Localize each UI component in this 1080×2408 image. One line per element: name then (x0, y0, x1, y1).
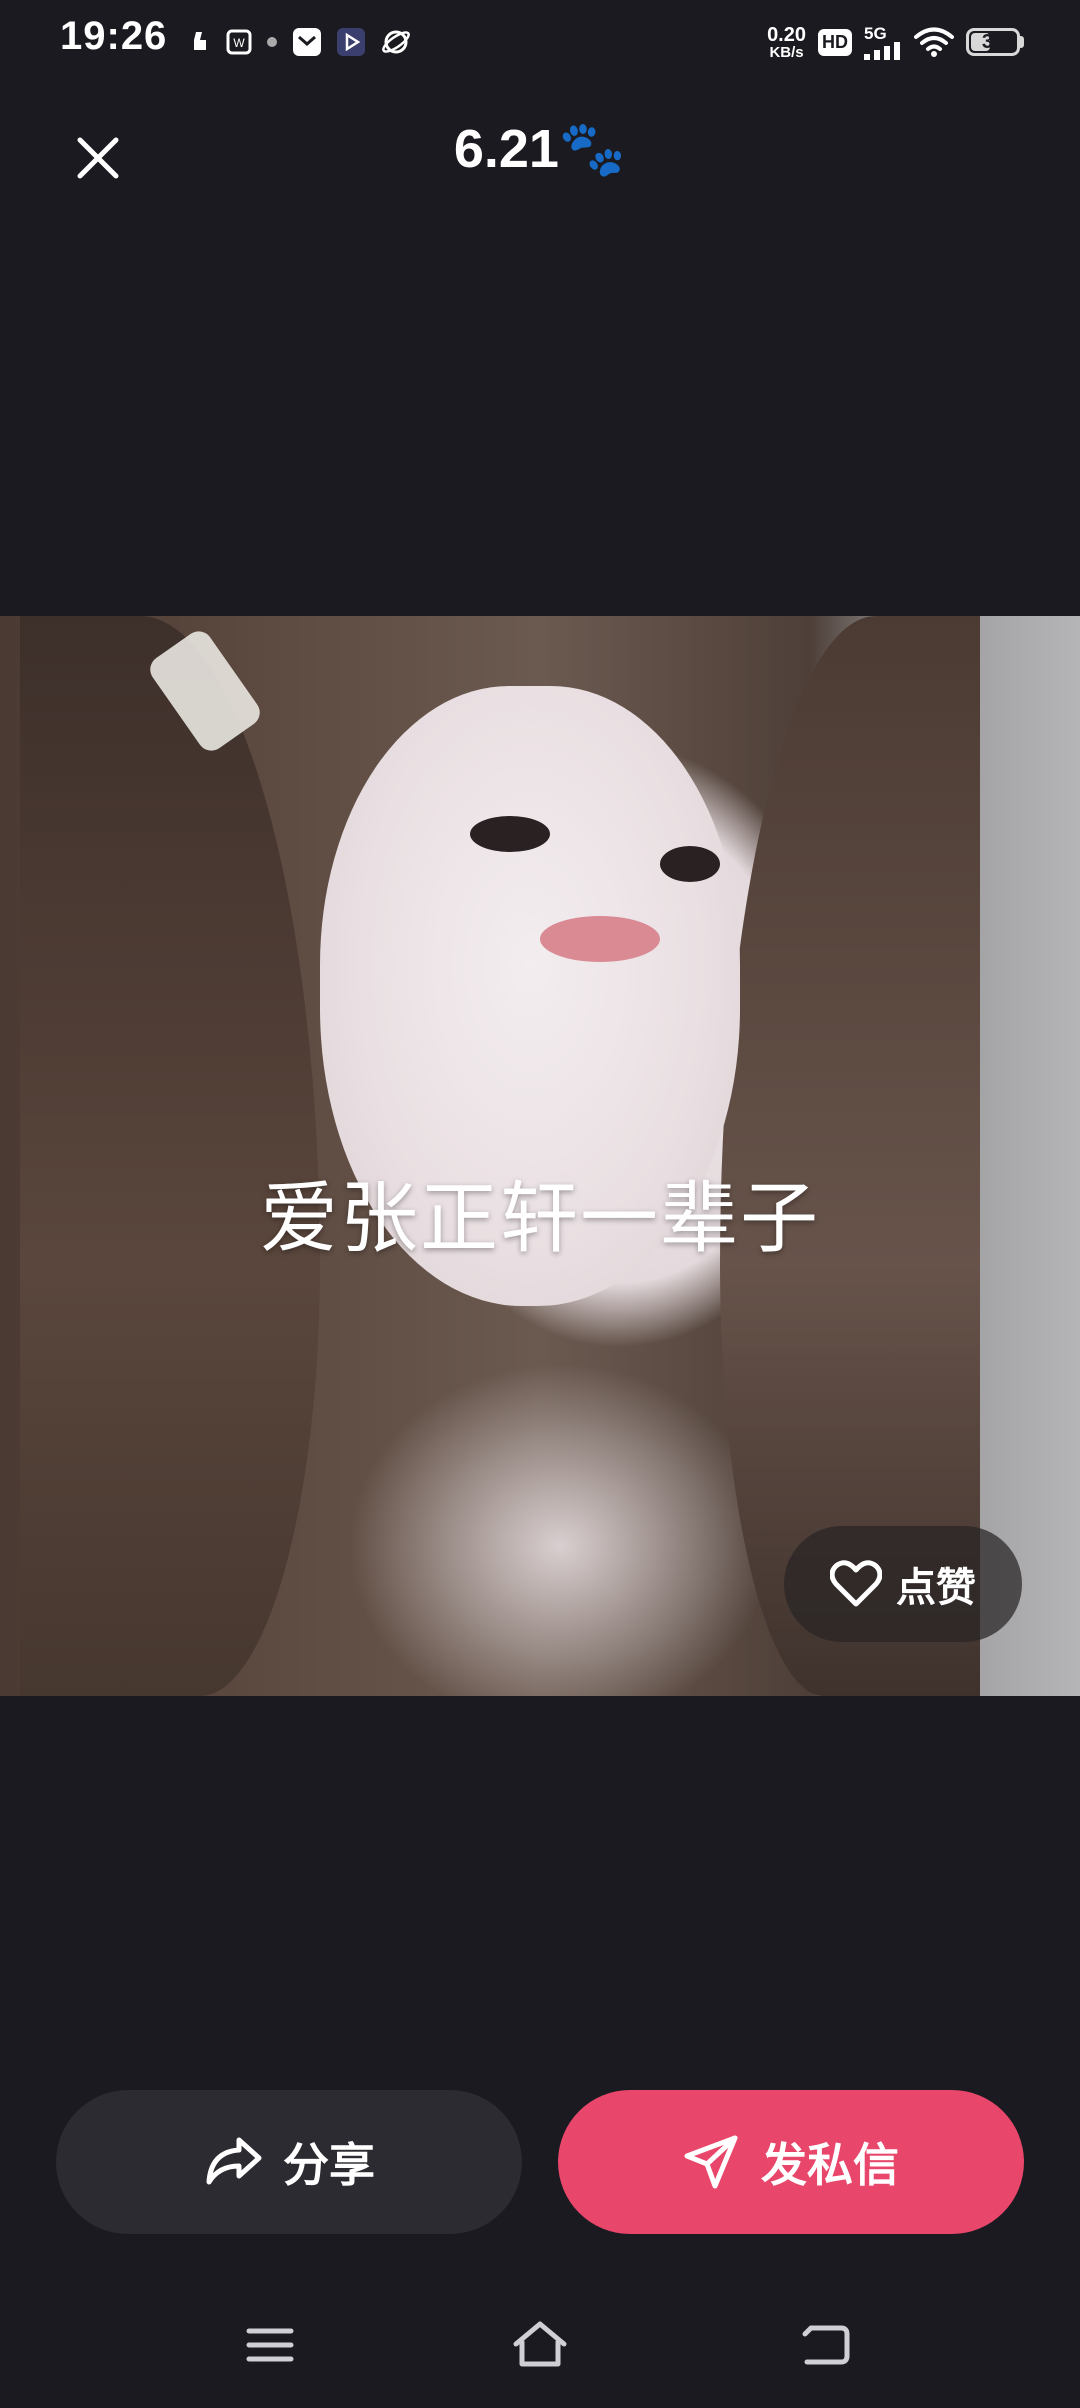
page-title-text: 6.21🐾 (453, 119, 627, 179)
photo-lips (540, 916, 660, 962)
net-speed-value: 0.20 (767, 23, 806, 46)
app-icon: W (226, 29, 252, 55)
net-speed-unit: KB/s (769, 43, 804, 61)
mail-app-icon (293, 28, 321, 56)
menu-button[interactable] (230, 2310, 310, 2380)
system-nav-bar (0, 2300, 1080, 2390)
share-label: 分享 (283, 2138, 375, 2192)
send-message-label: 发私信 (761, 2138, 899, 2192)
system-icons: 0.20 KB/s HD 5G 39 (767, 20, 1024, 64)
back-icon (802, 2325, 850, 2365)
action-bar: 分享 发私信 (0, 2090, 1080, 2234)
send-icon (684, 2135, 738, 2189)
home-button[interactable] (500, 2310, 580, 2380)
like-label: 点赞 (896, 1565, 976, 1611)
status-time: 19:26 (60, 14, 168, 58)
net-speed: 0.20 KB/s (767, 25, 806, 60)
back-button[interactable] (786, 2310, 866, 2380)
photo-eye-right (660, 846, 720, 882)
notification-icons: W (188, 24, 412, 60)
battery-level: 39 (981, 30, 1005, 53)
battery-icon: 39 (966, 28, 1020, 56)
page-title: 6.21🐾 (0, 118, 1080, 181)
send-message-button[interactable]: 发私信 (558, 2090, 1024, 2234)
hd-badge: HD (818, 28, 852, 56)
player-app-icon (337, 28, 365, 56)
menu-icon (246, 2328, 294, 2362)
dot-icon (267, 37, 277, 47)
network-label: 5G (864, 23, 887, 43)
share-button[interactable]: 分享 (56, 2090, 522, 2234)
status-bar: 19:26 W 0.20 KB/s HD 5G 39 (0, 0, 1080, 84)
svg-text:W: W (233, 36, 245, 50)
share-icon (206, 2137, 262, 2185)
planet-app-icon (382, 30, 410, 54)
header: 6.21🐾 (0, 100, 1080, 200)
home-icon (513, 2321, 567, 2367)
photo[interactable]: 爱张正轩一辈子 点赞 (0, 616, 1080, 1696)
photo-caption: 爱张正轩一辈子 (259, 1174, 820, 1264)
wifi-icon (914, 27, 954, 57)
like-button[interactable]: 点赞 (784, 1526, 1022, 1642)
thumb-icon (194, 32, 206, 50)
heart-icon (830, 1560, 882, 1607)
signal-icon: 5G (864, 25, 902, 60)
photo-eye-left (470, 816, 550, 852)
